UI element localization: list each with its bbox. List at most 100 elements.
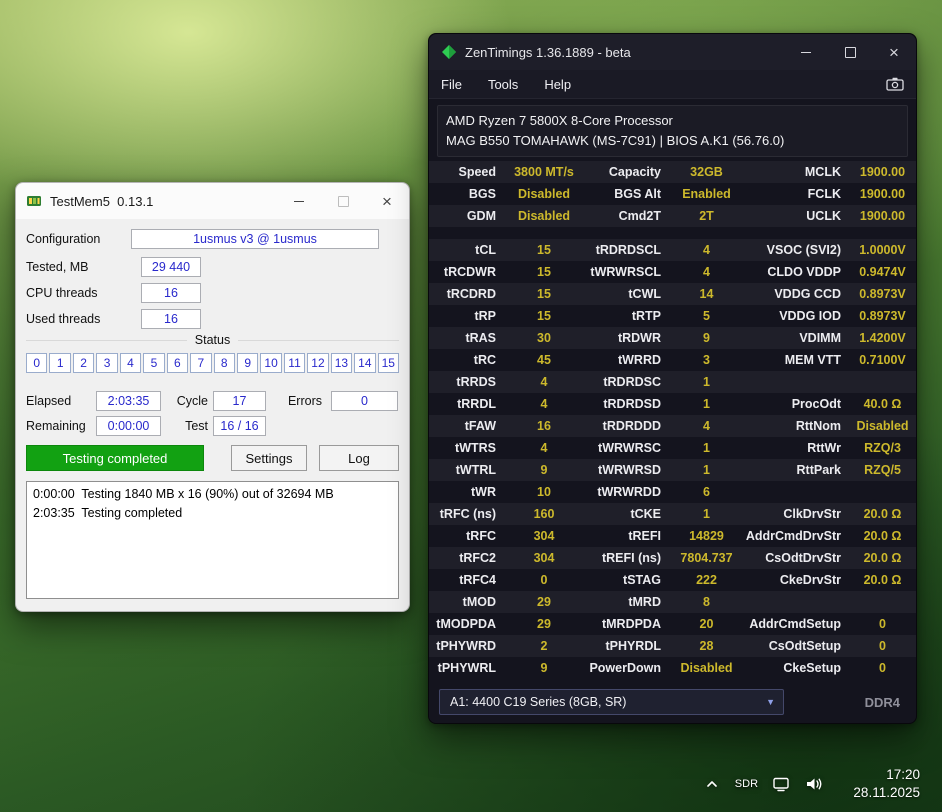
zentimings-icon <box>441 44 457 60</box>
timing-label: tMODPDA <box>429 617 504 631</box>
testing-status-button[interactable]: Testing completed <box>26 445 204 471</box>
timing-label: tWRWRDD <box>584 485 669 499</box>
timings-row: tMODPDA29tMRDPDA20AddrCmdSetup0 <box>429 613 916 635</box>
errors-field[interactable]: 0 <box>331 391 398 411</box>
timing-label: tWRWRSD <box>584 463 669 477</box>
menu-items: File Tools Help <box>441 77 571 92</box>
memory-summary-grid: Speed3800 MT/sCapacity32GBMCLK1900.00BGS… <box>429 161 916 227</box>
timing-value: 1 <box>669 507 744 521</box>
volume-icon[interactable] <box>797 774 831 794</box>
timing-value: 2 <box>504 639 584 653</box>
footer: A1: 4400 C19 Series (8GB, SR) ▼ DDR4 <box>439 689 900 715</box>
menu-tools[interactable]: Tools <box>488 77 518 92</box>
timings-row: tPHYWRL9PowerDownDisabledCkeSetup0 <box>429 657 916 679</box>
timing-label: tMOD <box>429 595 504 609</box>
timing-label: CLDO VDDP <box>744 265 849 279</box>
test-field[interactable]: 16 / 16 <box>213 416 266 436</box>
timing-label: tFAW <box>429 419 504 433</box>
timing-label: tRTP <box>584 309 669 323</box>
dimm-select-value: A1: 4400 C19 Series (8GB, SR) <box>450 695 626 709</box>
timing-value: 32GB <box>669 165 744 179</box>
timings-row: tRFC304tREFI14829AddrCmdDrvStr20.0 Ω <box>429 525 916 547</box>
timing-value: 29 <box>504 595 584 609</box>
close-button[interactable]: × <box>365 183 409 219</box>
timing-value: 304 <box>504 551 584 565</box>
timing-value: 7804.737 <box>669 551 744 565</box>
tested-mb-label: Tested, MB <box>26 260 89 274</box>
timings-row: tRC45tWRRD3MEM VTT0.7100V <box>429 349 916 371</box>
timing-value: 9 <box>669 331 744 345</box>
elapsed-field[interactable]: 2:03:35 <box>96 391 161 411</box>
remaining-field[interactable]: 0:00:00 <box>96 416 161 436</box>
timing-value: 8 <box>669 595 744 609</box>
timing-value: 20.0 Ω <box>849 573 916 587</box>
timing-value: 20.0 Ω <box>849 507 916 521</box>
timing-value: Disabled <box>504 187 584 201</box>
used-threads-field[interactable]: 16 <box>141 309 201 329</box>
menu-file[interactable]: File <box>441 77 462 92</box>
timing-label: tRC <box>429 353 504 367</box>
maximize-button[interactable] <box>321 183 365 219</box>
timings-row: tRFC40tSTAG222CkeDrvStr20.0 Ω <box>429 569 916 591</box>
timing-value: 304 <box>504 529 584 543</box>
timing-label: tPHYWRL <box>429 661 504 675</box>
taskbar-clock[interactable]: 17:20 28.11.2025 <box>853 766 920 802</box>
timings-row: tRCDWR15tWRWRSCL4CLDO VDDP0.9474V <box>429 261 916 283</box>
network-icon[interactable] <box>765 774 797 794</box>
cycle-field[interactable]: 17 <box>213 391 266 411</box>
timing-label: tRFC (ns) <box>429 507 504 521</box>
timing-label: PowerDown <box>584 661 669 675</box>
timing-label: tWRWRSCL <box>584 265 669 279</box>
timing-label: tSTAG <box>584 573 669 587</box>
timing-label: tWRWRSC <box>584 441 669 455</box>
clock-time: 17:20 <box>853 766 920 784</box>
log-button[interactable]: Log <box>319 445 399 471</box>
timing-label: tMRDPDA <box>584 617 669 631</box>
testmem5-titlebar[interactable]: TestMem5 0.13.1 × <box>16 183 409 219</box>
log-output[interactable]: 0:00:00 Testing 1840 MB x 16 (90%) out o… <box>26 481 399 599</box>
log-line: 0:00:00 Testing 1840 MB x 16 (90%) out o… <box>33 485 392 504</box>
timings-row: tPHYWRD2tPHYRDL28CsOdtSetup0 <box>429 635 916 657</box>
zentimings-titlebar[interactable]: ZenTimings 1.36.1889 - beta × <box>429 34 916 70</box>
tray-expand-chevron-icon[interactable] <box>697 776 727 792</box>
timing-value: 20.0 Ω <box>849 551 916 565</box>
timing-value: 0.9474V <box>849 265 916 279</box>
timing-value: Disabled <box>504 209 584 223</box>
timing-value: 10 <box>504 485 584 499</box>
timing-label: tRRDS <box>429 375 504 389</box>
timing-label: tCKE <box>584 507 669 521</box>
timing-label: MCLK <box>744 165 849 179</box>
timing-value: 45 <box>504 353 584 367</box>
minimize-button[interactable] <box>784 34 828 70</box>
screenshot-camera-icon[interactable] <box>886 77 904 91</box>
clock-date: 28.11.2025 <box>853 784 920 802</box>
configuration-field[interactable]: 1usmus v3 @ 1usmus <box>131 229 379 249</box>
minimize-button[interactable] <box>277 183 321 219</box>
timing-label: tPHYRDL <box>584 639 669 653</box>
maximize-button[interactable] <box>828 34 872 70</box>
settings-button[interactable]: Settings <box>231 445 307 471</box>
tested-mb-field[interactable]: 29 440 <box>141 257 201 277</box>
timing-value: 1.4200V <box>849 331 916 345</box>
timing-value: 0.7100V <box>849 353 916 367</box>
window-controls: × <box>784 34 916 70</box>
status-cell: 11 <box>284 353 305 373</box>
timing-value: Disabled <box>669 661 744 675</box>
status-cell: 10 <box>260 353 281 373</box>
timing-value: 0 <box>504 573 584 587</box>
timing-value: 30 <box>504 331 584 345</box>
testmem5-icon <box>26 193 42 209</box>
timing-value: Disabled <box>849 419 916 433</box>
cpu-threads-field[interactable]: 16 <box>141 283 201 303</box>
timing-label: BGS <box>429 187 504 201</box>
timing-label: ProcOdt <box>744 397 849 411</box>
close-button[interactable]: × <box>872 34 916 70</box>
testmem5-body: Configuration 1usmus v3 @ 1usmus Tested,… <box>16 219 409 611</box>
timing-label: UCLK <box>744 209 849 223</box>
timing-value: 0.8973V <box>849 309 916 323</box>
cpu-name: AMD Ryzen 7 5800X 8-Core Processor <box>446 111 899 131</box>
status-cell: 12 <box>307 353 328 373</box>
dimm-select-dropdown[interactable]: A1: 4400 C19 Series (8GB, SR) ▼ <box>439 689 784 715</box>
timing-label: tPHYWRD <box>429 639 504 653</box>
menu-help[interactable]: Help <box>544 77 571 92</box>
